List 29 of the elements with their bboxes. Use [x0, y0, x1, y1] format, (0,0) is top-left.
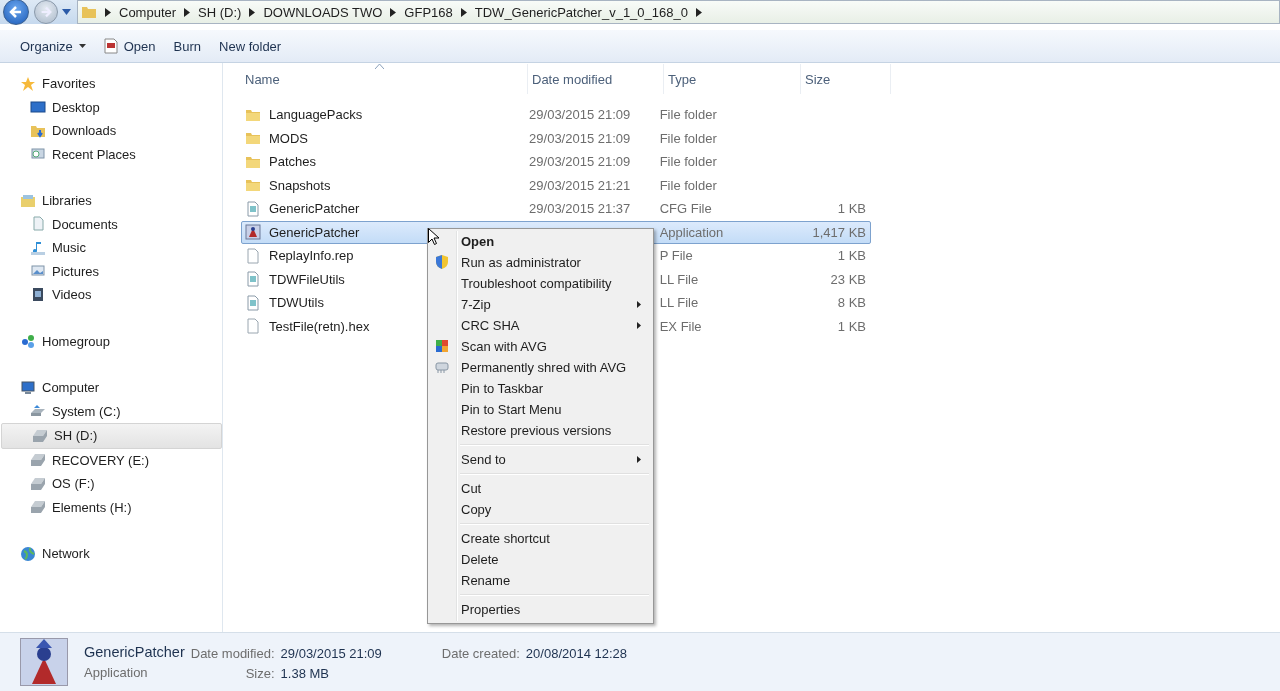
file-size: 8 KB	[837, 295, 866, 311]
date-modified: 29/03/2015 21:21	[529, 177, 631, 193]
file-type: LL File	[659, 271, 699, 287]
property-value: 1.38 MB	[280, 666, 330, 681]
file-size: 23 KB	[830, 271, 866, 287]
file-size: 1 KB	[837, 201, 866, 217]
file-type: LL File	[659, 295, 699, 311]
file-type: P File	[659, 248, 693, 264]
file-type: File folder	[659, 177, 717, 193]
date-modified: 29/03/2015 21:09	[529, 107, 631, 123]
property-label: Date created:	[441, 646, 520, 661]
property-value: 20/08/2014 12:28	[525, 646, 628, 661]
property-label: Size:	[244, 666, 275, 681]
file-type: EX File	[659, 318, 702, 334]
file-type: CFG File	[659, 201, 712, 217]
file-type: File folder	[659, 154, 717, 170]
file-size: 1 KB	[837, 248, 866, 264]
property-value: 29/03/2015 21:09	[280, 646, 382, 661]
file-size: 1,417 KB	[812, 224, 866, 240]
file-type: Application	[84, 665, 149, 680]
file-name: GenericPatcher	[84, 644, 185, 660]
file-type: File folder	[659, 107, 717, 123]
file-size: 1 KB	[837, 318, 866, 334]
file-type: Application	[659, 224, 724, 240]
property-label: Date modified:	[190, 646, 275, 661]
date-modified: 29/03/2015 21:09	[529, 154, 631, 170]
file-type: File folder	[659, 130, 717, 146]
date-modified: 29/03/2015 21:37	[529, 201, 631, 217]
date-modified: 29/03/2015 21:09	[529, 130, 631, 146]
